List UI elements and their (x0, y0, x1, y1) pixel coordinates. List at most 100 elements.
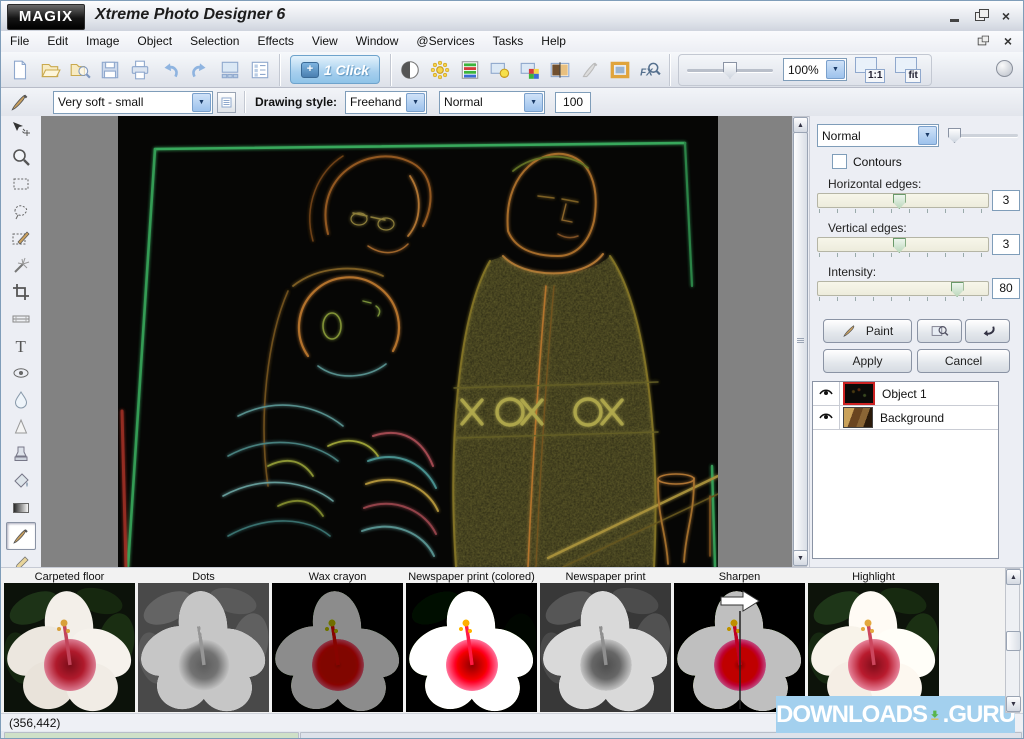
clone-stamp-tool-button[interactable] (7, 441, 35, 467)
red-eye-tool-button[interactable] (7, 360, 35, 386)
filmstrip-scrollbar[interactable]: ▲ ▼ (1005, 568, 1020, 713)
zoom-tool-button[interactable] (7, 144, 35, 170)
layer-thumbnail[interactable] (843, 407, 873, 428)
auto-enhance-button[interactable] (485, 55, 515, 85)
menu-file[interactable]: File (1, 31, 38, 52)
slideshow-button[interactable] (215, 55, 245, 85)
menu-window[interactable]: Window (347, 31, 408, 52)
new-document-button[interactable] (5, 55, 35, 85)
scroll-down-icon[interactable]: ▼ (793, 550, 808, 566)
doc-close-button[interactable]: × (999, 33, 1017, 49)
menu-tasks[interactable]: Tasks (484, 31, 533, 52)
scroll-up-icon[interactable]: ▲ (793, 117, 808, 133)
menu-help[interactable]: Help (532, 31, 575, 52)
help-icon[interactable] (996, 60, 1013, 77)
rect-select-tool-button[interactable] (7, 171, 35, 197)
retouch-button[interactable] (575, 55, 605, 85)
menu-selection[interactable]: Selection (181, 31, 248, 52)
canvas-workspace[interactable]: ▲ ▼ (41, 116, 807, 567)
zoom-slider[interactable] (687, 60, 773, 80)
effect-thumbnail-carpeted-floor[interactable] (4, 583, 135, 712)
open-button[interactable] (35, 55, 65, 85)
menu-services[interactable]: @Services (407, 31, 483, 52)
zoom-fit-button[interactable]: fit (893, 55, 922, 85)
layer-row-background[interactable]: Background (813, 406, 998, 430)
cancel-button[interactable]: Cancel (917, 349, 1010, 373)
minimize-button[interactable] (945, 8, 963, 24)
fill-tool-button[interactable] (7, 468, 35, 494)
menu-object[interactable]: Object (128, 31, 181, 52)
effect-thumbnail-newspaper-colored[interactable] (406, 583, 537, 712)
intensity-slider[interactable] (817, 281, 989, 296)
preview-button[interactable] (917, 319, 962, 343)
sharpen-tool-button[interactable] (7, 414, 35, 440)
intensity-value[interactable]: 80 (992, 278, 1020, 299)
slider-thumb[interactable] (951, 282, 964, 297)
zoom-1to1-button[interactable]: 1:1 (853, 55, 887, 85)
canvas-vertical-scrollbar[interactable]: ▲ ▼ (792, 116, 807, 567)
drawing-style-combo[interactable]: Freehand ▼ (345, 91, 427, 114)
compare-button[interactable] (545, 55, 575, 85)
color-levels-button[interactable] (455, 55, 485, 85)
layer-name[interactable]: Background (880, 411, 944, 425)
one-click-button[interactable]: + 1 Click (290, 55, 380, 84)
menu-view[interactable]: View (303, 31, 347, 52)
visibility-toggle[interactable] (813, 382, 840, 405)
layer-name[interactable]: Object 1 (882, 387, 927, 401)
reset-button[interactable] (965, 319, 1010, 343)
slider-thumb[interactable] (893, 238, 906, 253)
effect-thumbnail-dots[interactable] (138, 583, 269, 712)
crop-tool-button[interactable] (7, 279, 35, 305)
document-image[interactable] (118, 116, 718, 567)
brightness-button[interactable] (425, 55, 455, 85)
menu-effects[interactable]: Effects (248, 31, 302, 52)
chevron-down-icon[interactable]: ▼ (826, 60, 845, 79)
chevron-down-icon[interactable]: ▼ (406, 93, 425, 112)
opacity-slider-thumb[interactable] (948, 128, 961, 143)
pencil-tool-button[interactable] (7, 551, 35, 567)
effect-thumbnail-wax-crayon[interactable] (272, 583, 403, 712)
horizontal-edges-value[interactable]: 3 (992, 190, 1020, 211)
vertical-edges-slider[interactable] (817, 237, 989, 252)
contours-option[interactable]: Contours (832, 154, 902, 169)
filmstrip-scrollbar-thumb[interactable] (1006, 631, 1021, 651)
gradient-tool-button[interactable] (7, 495, 35, 521)
print-button[interactable] (125, 55, 155, 85)
text-tool-button[interactable]: T (7, 333, 35, 359)
properties-list-button[interactable] (245, 55, 275, 85)
scroll-up-icon[interactable]: ▲ (1006, 569, 1021, 585)
brush-preset-combo[interactable]: Very soft - small ▼ (53, 91, 213, 114)
slider-thumb[interactable] (893, 194, 906, 209)
browse-button[interactable] (65, 55, 95, 85)
contours-checkbox[interactable] (832, 154, 847, 169)
save-button[interactable] (95, 55, 125, 85)
scroll-down-icon[interactable]: ▼ (1006, 696, 1021, 712)
lasso-tool-button[interactable] (7, 198, 35, 224)
menu-image[interactable]: Image (77, 31, 128, 52)
color-correction-button[interactable] (515, 55, 545, 85)
zoom-slider-thumb[interactable] (723, 62, 737, 79)
blend-mode-combo[interactable]: Normal ▼ (817, 124, 939, 147)
opacity-input[interactable]: 100 (555, 92, 591, 113)
vertical-edges-value[interactable]: 3 (992, 234, 1020, 255)
straighten-tool-button[interactable] (7, 306, 35, 332)
opacity-slider[interactable] (948, 128, 1018, 142)
effect-thumbnail-newspaper[interactable] (540, 583, 671, 712)
paint-button[interactable]: Paint (823, 319, 912, 343)
visibility-toggle[interactable] (813, 406, 840, 429)
move-tool-button[interactable] (7, 117, 35, 143)
contrast-button[interactable] (395, 55, 425, 85)
chevron-down-icon[interactable]: ▼ (192, 93, 211, 112)
chevron-down-icon[interactable]: ▼ (524, 93, 543, 112)
blur-tool-button[interactable] (7, 387, 35, 413)
undo-button[interactable] (155, 55, 185, 85)
effect-thumbnail-highlight[interactable] (808, 583, 939, 712)
layer-row-object1[interactable]: Object 1 (813, 382, 998, 406)
horizontal-edges-slider[interactable] (817, 193, 989, 208)
canvas-scrollbar-thumb[interactable] (793, 132, 808, 552)
magic-wand-tool-button[interactable] (7, 252, 35, 278)
chevron-down-icon[interactable]: ▼ (918, 126, 937, 145)
selection-edit-tool-button[interactable] (7, 225, 35, 251)
restore-button[interactable] (971, 8, 989, 24)
redo-button[interactable] (185, 55, 215, 85)
